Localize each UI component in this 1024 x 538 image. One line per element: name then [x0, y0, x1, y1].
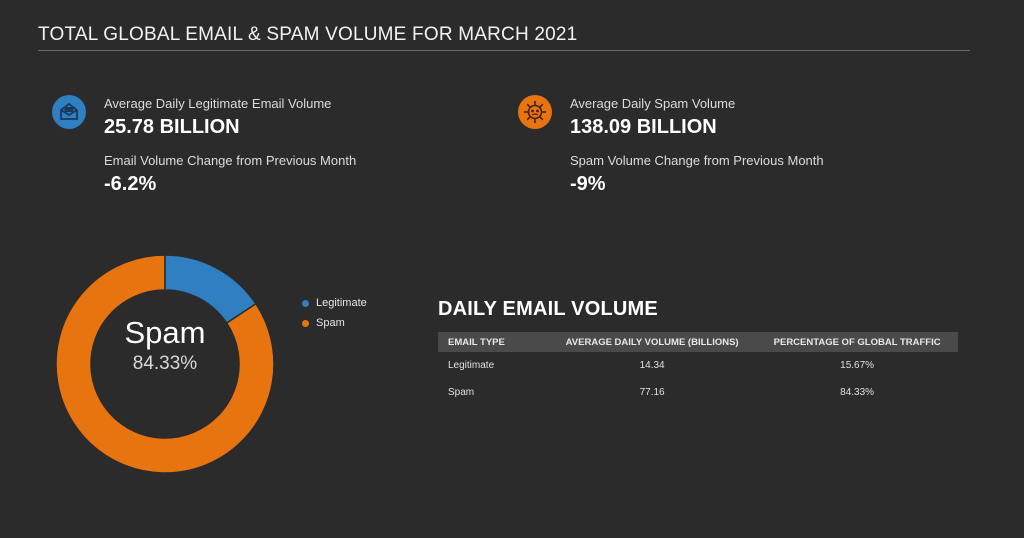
spam-change-label: Spam Volume Change from Previous Month	[570, 153, 824, 168]
email-donut-chart	[56, 255, 274, 473]
spam-stats: Average Daily Spam Volume 138.09 BILLION…	[518, 95, 938, 205]
legend-item-legitimate[interactable]: Legitimate	[302, 293, 367, 313]
header-email-type: EMAIL TYPE	[438, 332, 548, 352]
cell-percentage: 84.33%	[840, 387, 875, 398]
legend-dot-spam	[302, 319, 309, 327]
spam-volume-label: Average Daily Spam Volume	[570, 96, 736, 111]
legend-dot-legitimate	[302, 299, 309, 307]
legit-change-value: -6.2%	[104, 173, 157, 195]
legit-stats: Average Daily Legitimate Email Volume 25…	[52, 95, 472, 205]
legend-item-spam[interactable]: Spam	[302, 313, 367, 333]
legit-volume-label: Average Daily Legitimate Email Volume	[104, 96, 332, 111]
table-title: DAILY EMAIL VOLUME	[438, 298, 658, 320]
cell-type: Spam	[448, 387, 475, 398]
legend-label-legitimate: Legitimate	[316, 297, 367, 309]
donut-slice-legitimate[interactable]	[164, 255, 257, 325]
cell-type: Legitimate	[448, 360, 495, 371]
spam-volume-value: 138.09 BILLION	[570, 116, 717, 138]
envelope-icon	[52, 95, 86, 129]
cell-percentage: 15.67%	[840, 360, 875, 371]
table-header-row: EMAIL TYPE AVERAGE DAILY VOLUME (BILLION…	[438, 332, 958, 352]
virus-icon	[518, 95, 552, 129]
daily-volume-table: EMAIL TYPE AVERAGE DAILY VOLUME (BILLION…	[438, 332, 958, 406]
chart-legend: Legitimate Spam	[302, 293, 367, 333]
header-avg-volume: AVERAGE DAILY VOLUME (BILLIONS)	[548, 332, 757, 352]
table-row: Legitimate 14.34 15.67%	[438, 352, 958, 379]
header-pct-traffic: PERCENTAGE OF GLOBAL TRAFFIC	[756, 332, 958, 352]
title-divider	[38, 50, 970, 51]
cell-volume: 14.34	[639, 360, 665, 371]
page-title: TOTAL GLOBAL EMAIL & SPAM VOLUME FOR MAR…	[38, 24, 578, 45]
table-row: Spam 77.16 84.33%	[438, 379, 958, 406]
legit-change-label: Email Volume Change from Previous Month	[104, 153, 357, 168]
cell-volume: 77.16	[639, 387, 665, 398]
legend-label-spam: Spam	[316, 317, 345, 329]
legit-volume-value: 25.78 BILLION	[104, 116, 240, 138]
spam-change-value: -9%	[570, 173, 606, 195]
